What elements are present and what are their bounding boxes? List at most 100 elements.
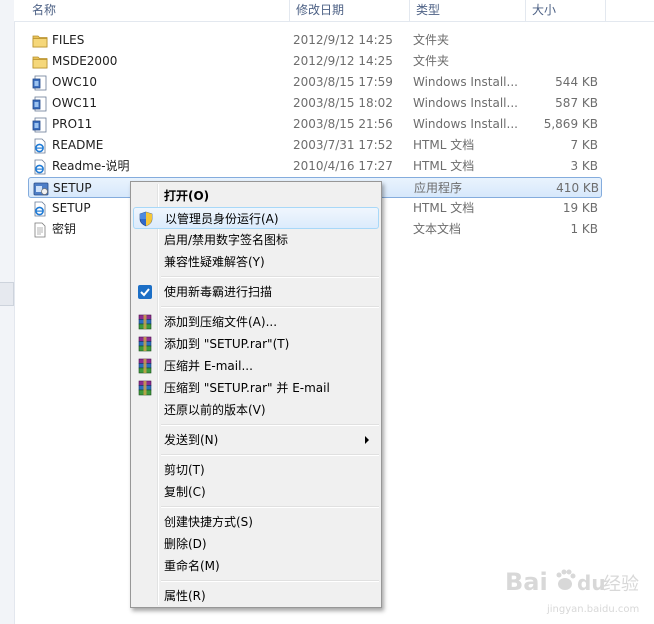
- menu-item-22[interactable]: 属性(R): [133, 585, 379, 607]
- installer-icon: [32, 75, 48, 91]
- installer-icon: [32, 117, 48, 133]
- ie-document-icon: [32, 159, 48, 175]
- menu-item-label: 以管理员身份运行(A): [165, 212, 279, 226]
- file-size: 1 KB: [570, 222, 598, 236]
- menu-item-label: 重命名(M): [164, 559, 220, 573]
- watermark-brand: Bai: [505, 568, 548, 596]
- installer-icon: [32, 96, 48, 112]
- menu-separator: [161, 580, 379, 582]
- file-size: [528, 51, 598, 72]
- text-file-icon: [32, 222, 48, 238]
- watermark-url: jingyan.baidu.com: [546, 604, 639, 615]
- folder-icon: [32, 33, 48, 49]
- file-row[interactable]: OWC10 2003/8/15 17:59 Windows Install... 54…: [28, 72, 602, 93]
- menu-item-8[interactable]: 添加到 "SETUP.rar"(T): [133, 333, 379, 355]
- file-name: MSDE2000: [52, 54, 118, 68]
- file-date: 2003/7/31 17:52: [293, 138, 393, 152]
- file-row[interactable]: OWC11 2003/8/15 18:02 Windows Install... 58…: [28, 93, 602, 114]
- winrar-icon: [137, 380, 153, 396]
- column-header-size[interactable]: 大小: [526, 0, 606, 21]
- column-header-name[interactable]: 名称: [26, 0, 290, 21]
- ie-document-icon: [32, 201, 48, 217]
- menu-item-15[interactable]: 剪切(T): [133, 459, 379, 481]
- menu-item-2[interactable]: 启用/禁用数字签名图标: [133, 229, 379, 251]
- file-type: HTML 文档: [413, 138, 475, 152]
- file-row[interactable]: MSDE2000 2012/9/12 14:25 文件夹: [28, 51, 602, 72]
- menu-item-label: 启用/禁用数字签名图标: [164, 233, 289, 247]
- menu-item-label: 发送到(N): [164, 433, 219, 447]
- paw-logo-icon: [556, 569, 576, 590]
- menu-item-label: 复制(C): [164, 485, 206, 499]
- menu-item-16[interactable]: 复制(C): [133, 481, 379, 503]
- menu-item-label: 压缩到 "SETUP.rar" 并 E-mail: [164, 381, 330, 395]
- file-row[interactable]: PRO11 2003/8/15 21:56 Windows Install... 5,…: [28, 114, 602, 135]
- column-header-bar: 名称 修改日期 类型 大小: [14, 0, 654, 22]
- file-date: 2003/8/15 17:59: [293, 75, 393, 89]
- file-name: README: [52, 138, 104, 152]
- navigation-pane: [0, 0, 15, 624]
- file-name: OWC11: [52, 96, 97, 110]
- folder-icon: [32, 54, 48, 70]
- file-name: FILES: [52, 33, 85, 47]
- menu-separator: [161, 454, 379, 456]
- file-type: HTML 文档: [413, 201, 475, 215]
- menu-item-0[interactable]: 打开(O): [133, 185, 379, 207]
- file-date: 2012/9/12 14:25: [293, 54, 393, 68]
- menu-separator: [161, 306, 379, 308]
- menu-item-19[interactable]: 删除(D): [133, 533, 379, 555]
- file-size: 410 KB: [556, 181, 599, 195]
- file-size: 587 KB: [555, 96, 598, 110]
- menu-item-label: 添加到压缩文件(A)...: [164, 315, 278, 329]
- context-menu: 打开(O) 以管理员身份运行(A) 启用/禁用数字签名图标 兼容性疑难解答(Y) 使用新…: [130, 181, 382, 608]
- menu-item-label: 删除(D): [164, 537, 207, 551]
- ie-document-icon: [32, 138, 48, 154]
- file-size: 7 KB: [570, 138, 598, 152]
- menu-item-label: 创建快捷方式(S): [164, 515, 253, 529]
- file-type: Windows Install...: [413, 117, 518, 131]
- file-type: 文件夹: [413, 54, 450, 68]
- menu-separator: [161, 506, 379, 508]
- menu-item-label: 打开(O): [164, 189, 210, 203]
- file-type: Windows Install...: [413, 96, 518, 110]
- menu-item-13[interactable]: 发送到(N): [133, 429, 379, 451]
- menu-item-5[interactable]: 使用新毒霸进行扫描: [133, 281, 379, 303]
- column-header-date[interactable]: 修改日期: [290, 0, 410, 21]
- file-row[interactable]: FILES 2012/9/12 14:25 文件夹: [28, 30, 602, 51]
- file-size: 19 KB: [562, 201, 598, 215]
- uac-shield-icon: [138, 211, 154, 227]
- menu-item-label: 剪切(T): [164, 463, 205, 477]
- menu-item-20[interactable]: 重命名(M): [133, 555, 379, 577]
- menu-item-1[interactable]: 以管理员身份运行(A): [133, 207, 379, 229]
- column-header-type[interactable]: 类型: [410, 0, 526, 21]
- file-type: 应用程序: [414, 181, 463, 195]
- file-row[interactable]: README 2003/7/31 17:52 HTML 文档 7 KB: [28, 135, 602, 156]
- file-date: 2003/8/15 21:56: [293, 117, 393, 131]
- antivirus-icon: [137, 284, 153, 300]
- menu-item-label: 压缩并 E-mail...: [164, 359, 253, 373]
- file-size: 3 KB: [570, 159, 598, 173]
- pane-splitter-handle[interactable]: [0, 282, 14, 306]
- winrar-icon: [137, 358, 153, 374]
- menu-item-7[interactable]: 添加到压缩文件(A)...: [133, 311, 379, 333]
- file-name: OWC10: [52, 75, 97, 89]
- file-date: 2012/9/12 14:25: [293, 33, 393, 47]
- menu-item-9[interactable]: 压缩并 E-mail...: [133, 355, 379, 377]
- file-name: PRO11: [52, 117, 93, 131]
- baidu-jingyan-watermark: Bai du 经验 jingyan.baidu.com: [505, 568, 639, 615]
- file-size: 5,869 KB: [543, 117, 598, 131]
- menu-item-label: 兼容性疑难解答(Y): [164, 255, 265, 269]
- file-size: [528, 30, 598, 51]
- submenu-arrow-icon: [365, 436, 369, 444]
- file-type: 文件夹: [413, 33, 450, 47]
- menu-item-11[interactable]: 还原以前的版本(V): [133, 399, 379, 421]
- file-row[interactable]: Readme-说明 2010/4/16 17:27 HTML 文档 3 KB: [28, 156, 602, 177]
- setup-exe-icon: [33, 181, 49, 197]
- menu-item-18[interactable]: 创建快捷方式(S): [133, 511, 379, 533]
- menu-item-3[interactable]: 兼容性疑难解答(Y): [133, 251, 379, 273]
- menu-separator: [161, 276, 379, 278]
- file-date: 2010/4/16 17:27: [293, 159, 393, 173]
- file-type: HTML 文档: [413, 159, 475, 173]
- menu-item-10[interactable]: 压缩到 "SETUP.rar" 并 E-mail: [133, 377, 379, 399]
- file-name: Readme-说明: [52, 159, 130, 173]
- menu-item-label: 添加到 "SETUP.rar"(T): [164, 337, 290, 351]
